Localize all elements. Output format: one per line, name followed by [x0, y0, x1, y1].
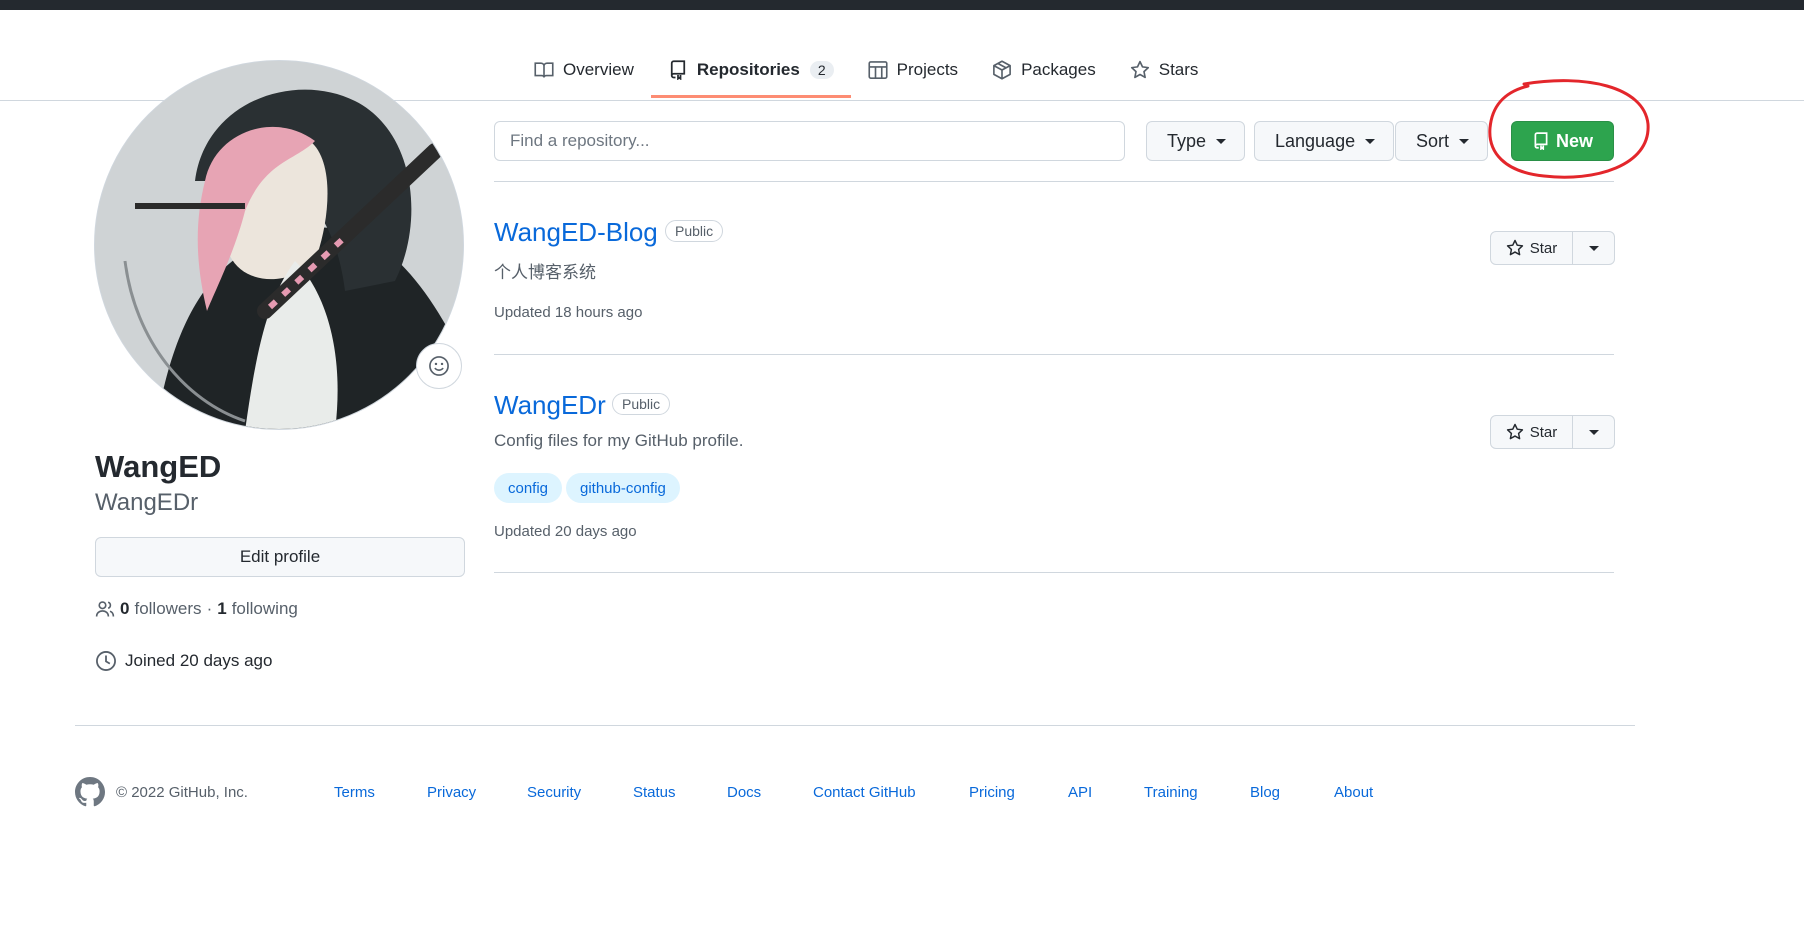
avatar[interactable] — [94, 60, 464, 430]
topic-tag[interactable]: github-config — [566, 473, 680, 503]
tab-overview-label: Overview — [563, 60, 634, 79]
type-filter-label: Type — [1167, 130, 1207, 151]
tab-stars-label: Stars — [1158, 60, 1199, 79]
footer-link-privacy[interactable]: Privacy — [427, 784, 476, 801]
footer-link-docs[interactable]: Docs — [727, 784, 761, 801]
language-filter-label: Language — [1275, 130, 1356, 151]
footer-link-blog[interactable]: Blog — [1250, 784, 1280, 801]
footer-link-terms[interactable]: Terms — [334, 784, 375, 801]
followers-count: 0 — [120, 599, 130, 618]
new-repository-button[interactable]: New — [1511, 121, 1614, 161]
profile-tab-nav: Overview Repositories 2 Projects Package… — [517, 46, 1215, 100]
footer-link-about[interactable]: About — [1334, 784, 1373, 801]
footer-link-pricing[interactable]: Pricing — [969, 784, 1015, 801]
profile-name: WangED — [95, 449, 222, 484]
top-header-bar — [0, 0, 1804, 10]
repo-search-input[interactable] — [494, 121, 1125, 161]
chevron-down-icon — [1588, 429, 1599, 435]
set-status-button[interactable] — [416, 343, 462, 389]
repo-description: Config files for my GitHub profile. — [494, 431, 744, 450]
star-button-group: Star — [1490, 231, 1615, 265]
clock-icon — [96, 651, 116, 671]
repo-divider — [494, 354, 1614, 355]
copyright-text: © 2022 GitHub, Inc. — [116, 784, 248, 801]
profile-login: WangEDr — [95, 489, 199, 516]
topic-tag[interactable]: config — [494, 473, 563, 503]
follow-stats: 0 followers · 1 following — [95, 599, 298, 619]
edit-profile-button[interactable]: Edit profile — [95, 537, 465, 577]
following-count: 1 — [217, 599, 227, 618]
footer-link-status[interactable]: Status — [633, 784, 676, 801]
followers-link[interactable]: 0 followers — [120, 599, 202, 619]
visibility-badge: Public — [665, 220, 724, 242]
footer-link-security[interactable]: Security — [527, 784, 581, 801]
type-filter-button[interactable]: Type — [1146, 121, 1246, 161]
filter-divider — [494, 181, 1614, 182]
joined-info: Joined 20 days ago — [95, 650, 272, 672]
repo-name-link[interactable]: WangEDr — [494, 390, 606, 421]
github-logo-icon[interactable] — [75, 777, 105, 807]
footer-link-contact[interactable]: Contact GitHub — [813, 784, 916, 801]
tab-overview[interactable]: Overview — [517, 46, 651, 94]
package-icon — [993, 60, 1011, 80]
repo-icon — [670, 60, 685, 80]
footer-divider — [75, 725, 1635, 726]
star-icon — [1130, 60, 1149, 79]
footer-link-api[interactable]: API — [1068, 784, 1092, 801]
repo-updated: Updated 18 hours ago — [494, 304, 643, 321]
tab-projects-label: Projects — [896, 60, 959, 79]
tab-stars[interactable]: Stars — [1113, 46, 1216, 94]
tab-repositories-label: Repositories — [696, 60, 800, 79]
tab-packages[interactable]: Packages — [975, 46, 1113, 94]
chevron-down-icon — [1365, 138, 1376, 144]
table-icon — [868, 61, 888, 79]
avatar-illustration — [95, 61, 463, 429]
star-list-dropdown[interactable] — [1573, 415, 1615, 449]
star-list-dropdown[interactable] — [1573, 231, 1615, 265]
visibility-badge: Public — [612, 393, 671, 415]
repo-description: 个人博客系统 — [494, 263, 596, 282]
sort-button[interactable]: Sort — [1395, 121, 1489, 161]
repo-updated: Updated 20 days ago — [494, 523, 637, 540]
sort-label: Sort — [1416, 130, 1450, 151]
book-icon — [534, 62, 554, 78]
repo-icon — [1534, 132, 1548, 150]
chevron-down-icon — [1588, 245, 1599, 251]
star-icon — [1506, 239, 1523, 256]
star-button[interactable]: Star — [1490, 231, 1573, 265]
star-button[interactable]: Star — [1490, 415, 1573, 449]
repo-divider — [494, 572, 1614, 573]
tab-repositories[interactable]: Repositories 2 — [650, 46, 851, 98]
smiley-icon — [429, 356, 449, 376]
tab-projects[interactable]: Projects — [851, 46, 975, 94]
followers-label: followers — [134, 599, 202, 618]
star-label: Star — [1529, 423, 1558, 441]
repo-name-link[interactable]: WangED-Blog — [494, 217, 658, 248]
chevron-down-icon — [1216, 138, 1227, 144]
footer-link-training[interactable]: Training — [1144, 784, 1198, 801]
star-button-group: Star — [1490, 415, 1615, 449]
following-link[interactable]: 1 following — [217, 599, 298, 619]
language-filter-button[interactable]: Language — [1254, 121, 1395, 161]
chevron-down-icon — [1459, 138, 1470, 144]
follow-separator: · — [206, 599, 213, 618]
star-label: Star — [1529, 239, 1558, 257]
joined-text: Joined 20 days ago — [125, 651, 273, 670]
following-label: following — [231, 599, 298, 618]
people-icon — [95, 601, 115, 617]
repositories-count-badge: 2 — [809, 61, 834, 79]
star-icon — [1506, 423, 1523, 440]
new-repository-label: New — [1555, 130, 1593, 151]
tab-packages-label: Packages — [1021, 60, 1096, 79]
